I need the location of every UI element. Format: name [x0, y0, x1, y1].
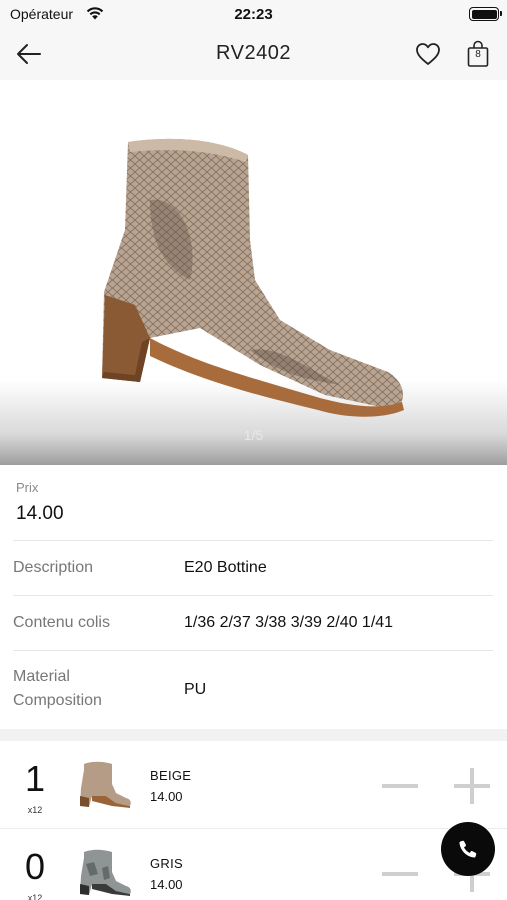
pack-multiplier: x12: [27, 805, 43, 815]
divider: [13, 650, 493, 651]
cart-count-badge: 8: [475, 49, 481, 60]
variant-price: 14.00: [150, 789, 183, 804]
pack-multiplier: x12: [27, 893, 43, 900]
variant-list: 1 x12 BEIGE 14.00 0 x12 GRIS 14.00: [0, 741, 507, 900]
variant-color-name: GRIS: [150, 856, 183, 871]
clock: 22:23: [234, 6, 273, 23]
boot-image: [102, 138, 404, 417]
cart-button[interactable]: 8: [466, 39, 490, 69]
variant-quantity: 0: [24, 846, 46, 887]
call-button[interactable]: [441, 822, 495, 876]
variant-quantity: 1: [24, 758, 46, 799]
description-label: Description: [13, 559, 94, 576]
divider: [13, 540, 493, 541]
material-composition-value: PU: [184, 681, 207, 698]
divider: [13, 595, 493, 596]
price-label: Prix: [16, 480, 39, 495]
decrease-quantity-button[interactable]: [382, 784, 418, 788]
product-info-card: Prix 14.00 Description E20 Bottine Conte…: [0, 465, 507, 729]
description-value: E20 Bottine: [184, 559, 267, 576]
battery-icon: [469, 7, 502, 21]
variant-row-beige: 1 x12 BEIGE 14.00: [0, 741, 507, 829]
product-image-gallery[interactable]: 1/5: [0, 80, 507, 465]
gallery-page-indicator: 1/5: [243, 427, 264, 443]
variant-row-gris: 0 x12 GRIS 14.00: [0, 829, 507, 900]
package-contents-label: Contenu colis: [13, 614, 110, 631]
decrease-quantity-button[interactable]: [382, 872, 418, 876]
variant-thumbnail: [80, 761, 131, 808]
increase-quantity-button[interactable]: [454, 768, 490, 804]
price-value: 14.00: [16, 503, 64, 524]
material-composition-label: Material Composition: [13, 668, 102, 709]
heart-icon[interactable]: [414, 40, 442, 68]
phone-icon: [459, 840, 477, 858]
status-bar: Opérateur 22:23: [0, 0, 507, 28]
variant-color-name: BEIGE: [150, 768, 192, 783]
variant-price: 14.00: [150, 877, 183, 892]
variant-thumbnail: [80, 849, 131, 896]
navigation-bar: RV2402 8: [0, 28, 507, 80]
package-contents-value: 1/36 2/37 3/38 3/39 2/40 1/41: [184, 614, 394, 631]
